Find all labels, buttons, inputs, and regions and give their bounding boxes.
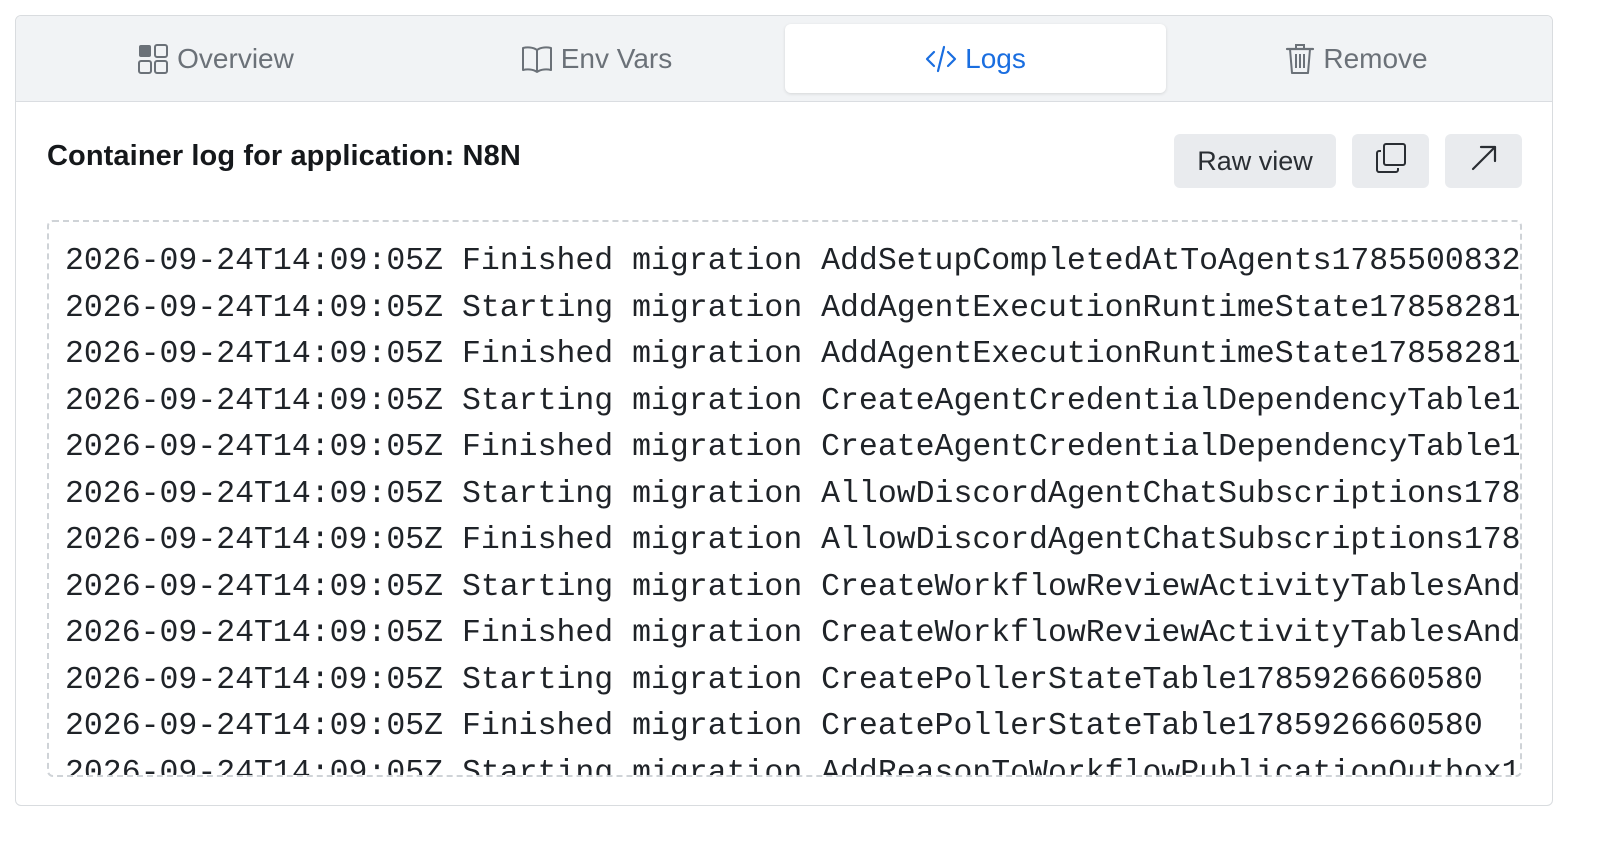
trash-icon: [1285, 43, 1315, 75]
log-line: 2026-09-24T14:09:05Z Starting migration …: [65, 569, 1522, 605]
grid-icon: [137, 43, 169, 75]
log-line: 2026-09-24T14:09:05Z Starting migration …: [65, 383, 1522, 419]
log-line: 2026-09-24T14:09:05Z Starting migration …: [65, 290, 1522, 326]
log-line: 2026-09-24T14:09:05Z Finished migration …: [65, 430, 1522, 465]
page-title: Container log for application: N8N: [47, 140, 521, 172]
log-line: 2026-09-24T14:09:05Z Starting migration …: [65, 476, 1522, 512]
log-line: 2026-09-24T14:09:05Z Starting migration …: [65, 662, 1483, 698]
log-line: 2026-09-24T14:09:05Z Finished migration …: [65, 337, 1522, 372]
tab-label: Remove: [1323, 42, 1428, 74]
log-line: 2026-09-24T14:09:05Z Finished migration …: [65, 616, 1522, 651]
app-logs-panel: Overview Env Vars Logs Remove Container …: [15, 15, 1553, 806]
tab-label: Overview: [177, 42, 294, 74]
log-line: 2026-09-24T14:09:05Z Starting migration …: [65, 755, 1522, 777]
log-line: 2026-09-24T14:09:05Z Finished migration …: [65, 244, 1522, 279]
log-output[interactable]: 2026-09-24T14:09:05Z Finished migration …: [47, 220, 1522, 777]
code-icon: [925, 44, 957, 74]
open-external-button[interactable]: [1445, 134, 1522, 188]
tab-label: Env Vars: [560, 42, 673, 74]
tab-logs[interactable]: Logs: [785, 24, 1166, 93]
copy-icon: [1375, 142, 1407, 181]
tab-bar: Overview Env Vars Logs Remove: [16, 16, 1552, 102]
external-link-icon: [1469, 143, 1499, 180]
log-line: 2026-09-24T14:09:05Z Finished migration …: [65, 523, 1522, 558]
log-lines: 2026-09-24T14:09:05Z Finished migration …: [65, 239, 1522, 777]
log-line: 2026-09-24T14:09:05Z Finished migration …: [65, 709, 1483, 744]
copy-button[interactable]: [1352, 134, 1429, 188]
tab-env-vars[interactable]: Env Vars: [406, 24, 787, 93]
tab-overview[interactable]: Overview: [25, 24, 406, 93]
book-icon: [521, 44, 553, 74]
tab-remove[interactable]: Remove: [1166, 24, 1547, 93]
tab-label: Logs: [965, 42, 1026, 74]
raw-view-button[interactable]: Raw view: [1174, 134, 1336, 188]
